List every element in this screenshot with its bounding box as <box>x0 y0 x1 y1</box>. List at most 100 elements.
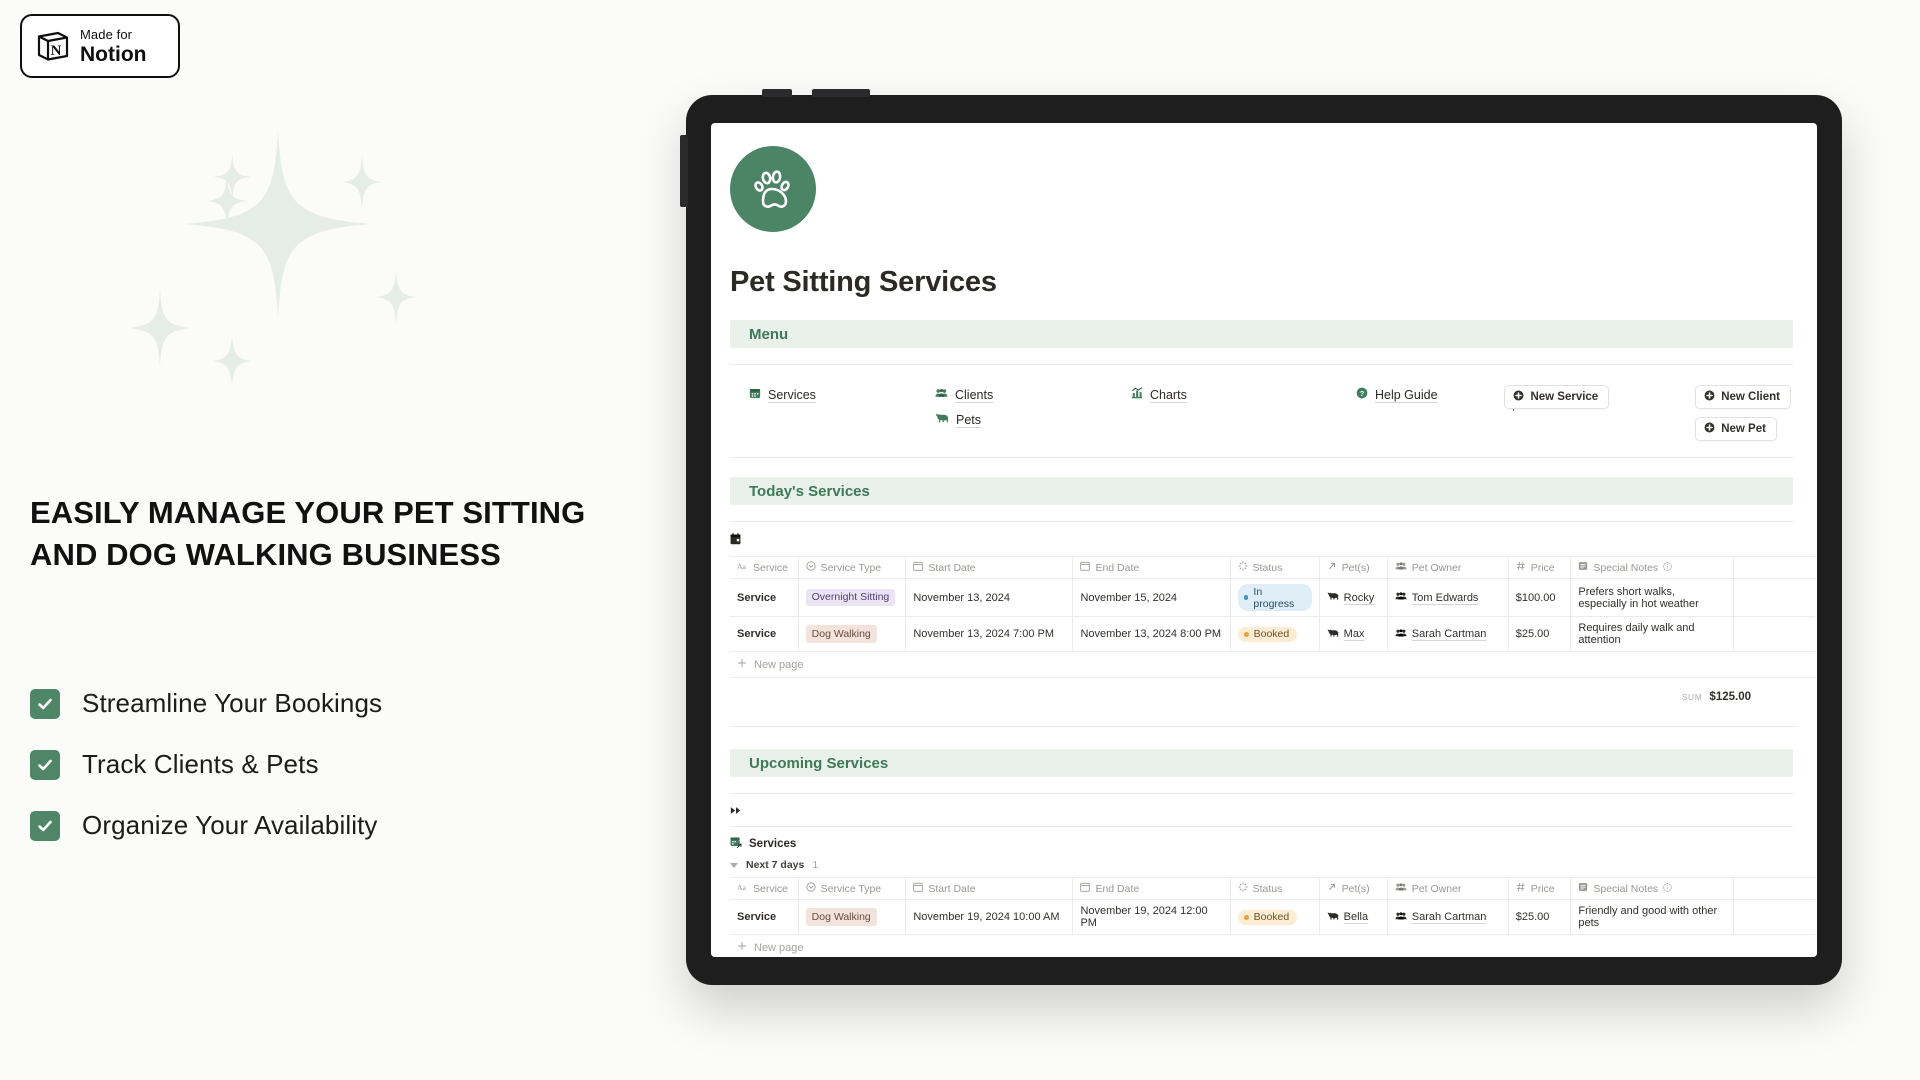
cell-special-notes[interactable]: Requires daily walk and attention <box>1570 616 1735 652</box>
column-header-end-date[interactable]: End Date <box>1072 556 1231 579</box>
info-icon[interactable] <box>1663 882 1672 895</box>
new-pet-button[interactable]: New Pet <box>1695 417 1777 441</box>
new-page-button[interactable]: New page <box>730 935 1815 957</box>
table-row[interactable]: Service Dog Walking November 19, 2024 10… <box>730 899 1815 935</box>
cell-special-notes[interactable]: Prefers short walks, especially in hot w… <box>1570 578 1735 617</box>
menu-link-help-guide[interactable]: ? Help Guide <box>1356 387 1491 402</box>
people-icon <box>935 387 948 402</box>
calendar-icon <box>730 532 741 549</box>
column-label: Status <box>1252 882 1283 895</box>
menu-area: Services Clients Pets Charts ? Help Guid… <box>730 365 1793 441</box>
cell-service[interactable]: Service <box>730 578 799 617</box>
new-service-button[interactable]: New Service <box>1504 385 1610 409</box>
svg-text:Aa: Aa <box>737 883 746 892</box>
plus-icon <box>737 658 747 671</box>
column-header-price[interactable]: Price <box>1508 556 1572 579</box>
date-icon <box>913 561 924 574</box>
people-icon <box>1395 882 1407 895</box>
sparkle-decoration <box>100 120 460 420</box>
info-icon[interactable] <box>1663 561 1672 574</box>
cell-start-date[interactable]: November 13, 2024 <box>905 578 1074 617</box>
cell-status[interactable]: Booked <box>1230 899 1320 935</box>
cell-price[interactable]: $100.00 <box>1508 578 1572 617</box>
column-header-special-notes[interactable]: Special Notes <box>1570 556 1735 579</box>
cell-price[interactable]: $25.00 <box>1508 616 1572 652</box>
date-icon <box>1080 561 1091 574</box>
column-header-start-date[interactable]: Start Date <box>905 556 1074 579</box>
column-header-pet-owner[interactable]: Pet Owner <box>1387 556 1509 579</box>
button-column-client-pet: New Client New Pet <box>1695 385 1791 441</box>
menu-action-buttons: New Service New Client New Pet <box>1504 385 1791 441</box>
cell-start-date[interactable]: November 13, 2024 7:00 PM <box>905 616 1074 652</box>
cell-price[interactable]: $25.00 <box>1508 899 1572 935</box>
question-circle-icon: ? <box>1356 387 1368 402</box>
column-header-service[interactable]: Aa Service <box>730 877 799 900</box>
menu-banner-label: Menu <box>749 325 789 343</box>
column-header-price[interactable]: Price <box>1508 877 1572 900</box>
column-header-start-date[interactable]: Start Date <box>905 877 1074 900</box>
svg-text:N: N <box>51 43 62 59</box>
column-header-service-type[interactable]: Service Type <box>798 556 907 579</box>
cell-service[interactable]: Service <box>730 616 799 652</box>
menu-link-pets[interactable]: Pets <box>935 412 1131 427</box>
cell-service[interactable]: Service <box>730 899 799 935</box>
notion-logo-icon: N <box>36 29 70 63</box>
cell-pets[interactable]: Bella <box>1319 899 1388 935</box>
new-client-button[interactable]: New Client <box>1695 385 1791 409</box>
group-header-next-7-days[interactable]: Next 7 days 1 <box>711 851 1817 877</box>
menu-link-clients[interactable]: Clients <box>935 387 1131 402</box>
menu-link-services[interactable]: Services <box>749 387 935 402</box>
pet-relation-label: Bella <box>1343 911 1369 923</box>
table-row[interactable]: Service Overnight Sitting November 13, 2… <box>730 578 1815 617</box>
cell-service-type[interactable]: Dog Walking <box>798 899 907 935</box>
promo-feature-list: Streamline Your Bookings Track Clients &… <box>30 688 590 841</box>
column-header-pets[interactable]: Pet(s) <box>1319 877 1388 900</box>
linked-database-title[interactable]: Services <box>711 827 1817 851</box>
service-type-tag: Dog Walking <box>805 908 877 926</box>
new-page-button[interactable]: New page <box>730 652 1815 678</box>
status-icon <box>1238 882 1248 895</box>
cell-end-date[interactable]: November 15, 2024 <box>1072 578 1231 617</box>
cell-pets[interactable]: Rocky <box>1319 578 1388 617</box>
column-header-special-notes[interactable]: Special Notes <box>1570 877 1735 900</box>
owner-relation-label: Tom Edwards <box>1411 591 1479 604</box>
cell-pet-owner[interactable]: Sarah Cartman <box>1387 616 1509 652</box>
cell-empty <box>1733 899 1815 935</box>
cell-status[interactable]: In progress <box>1230 578 1320 617</box>
cell-status[interactable]: Booked <box>1230 616 1320 652</box>
cell-end-date[interactable]: November 19, 2024 12:00 PM <box>1072 899 1231 935</box>
status-label: Booked <box>1253 911 1290 923</box>
divider <box>730 457 1793 458</box>
cell-pet-owner[interactable]: Tom Edwards <box>1387 578 1509 617</box>
service-type-tag: Dog Walking <box>805 625 877 643</box>
cell-end-date[interactable]: November 13, 2024 8:00 PM <box>1072 616 1231 652</box>
column-header-service-type[interactable]: Service Type <box>798 877 907 900</box>
column-header-status[interactable]: Status <box>1230 556 1320 579</box>
menu-link-charts[interactable]: Charts <box>1131 387 1356 402</box>
title-icon: Aa <box>737 562 748 574</box>
table-header-row: Aa Service Service Type Start Date End Da… <box>730 556 1815 579</box>
column-header-end-date[interactable]: End Date <box>1072 877 1231 900</box>
dog-icon <box>935 412 949 427</box>
feature-item: Streamline Your Bookings <box>30 688 590 719</box>
relation-icon <box>1327 882 1337 895</box>
cell-start-date[interactable]: November 19, 2024 10:00 AM <box>905 899 1074 935</box>
cell-service-type[interactable]: Overnight Sitting <box>798 578 907 617</box>
notion-page: Pet Sitting Services Menu Services Clien… <box>711 146 1817 957</box>
cell-special-notes[interactable]: Friendly and good with other pets <box>1570 899 1735 935</box>
cell-pets[interactable]: Max <box>1319 616 1388 652</box>
column-header-pet-owner[interactable]: Pet Owner <box>1387 877 1509 900</box>
cell-pet-owner[interactable]: Sarah Cartman <box>1387 899 1509 935</box>
number-icon <box>1516 882 1526 895</box>
status-dot-icon <box>1243 914 1249 920</box>
cell-service-type[interactable]: Dog Walking <box>798 616 907 652</box>
column-header-pets[interactable]: Pet(s) <box>1319 556 1388 579</box>
page-root: N Made for Notion EASILY MANAGE YOUR PET… <box>0 0 1920 1080</box>
column-header-service[interactable]: Aa Service <box>730 556 799 579</box>
chevron-down-icon <box>730 862 738 868</box>
promo-headline: EASILY MANAGE YOUR PET SITTING AND DOG W… <box>30 495 586 573</box>
upcoming-collapse-row[interactable] <box>711 794 1817 820</box>
table-row[interactable]: Service Dog Walking November 13, 2024 7:… <box>730 616 1815 652</box>
column-header-status[interactable]: Status <box>1230 877 1320 900</box>
select-icon <box>806 882 816 895</box>
